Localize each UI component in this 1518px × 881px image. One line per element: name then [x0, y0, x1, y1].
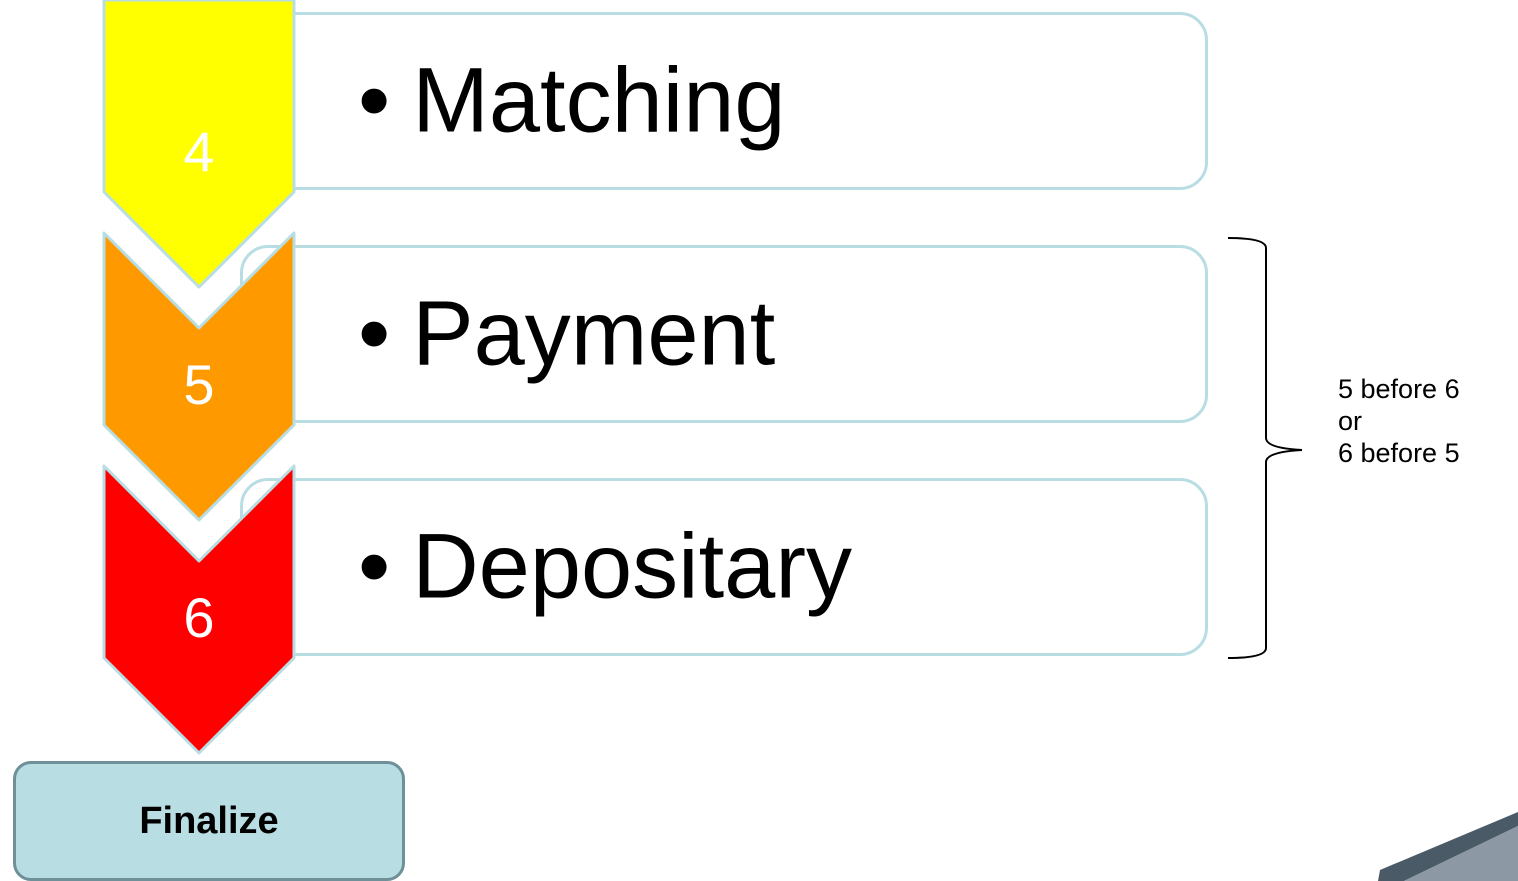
- order-note-line-3: 6 before 5: [1338, 437, 1460, 468]
- step-label-payment: Payment: [412, 282, 776, 385]
- order-note-line-1: 5 before 6: [1338, 374, 1460, 404]
- order-note: 5 before 6 or 6 before 5: [1338, 374, 1460, 470]
- step-number-5: 5: [183, 353, 215, 416]
- order-note-line-2: or: [1338, 405, 1363, 436]
- bullet: •: [358, 49, 391, 152]
- process-diagram: • Matching • Payment • Depositary 4 5 6 5 b…: [0, 0, 1518, 881]
- bullet: •: [358, 282, 391, 385]
- step-number-4: 4: [183, 120, 215, 183]
- step-box-matching: • Matching: [240, 12, 1208, 190]
- bullet: •: [358, 515, 391, 618]
- bracket-icon: [1227, 237, 1303, 659]
- step-number-6: 6: [183, 586, 215, 649]
- corner-decoration: [1378, 812, 1518, 881]
- step-label-matching: Matching: [412, 49, 786, 152]
- step-box-payment: • Payment: [240, 245, 1208, 423]
- step-label-depositary: Depositary: [412, 515, 852, 618]
- step-box-depositary: • Depositary: [240, 478, 1208, 656]
- finalize-button[interactable]: Finalize: [13, 761, 405, 881]
